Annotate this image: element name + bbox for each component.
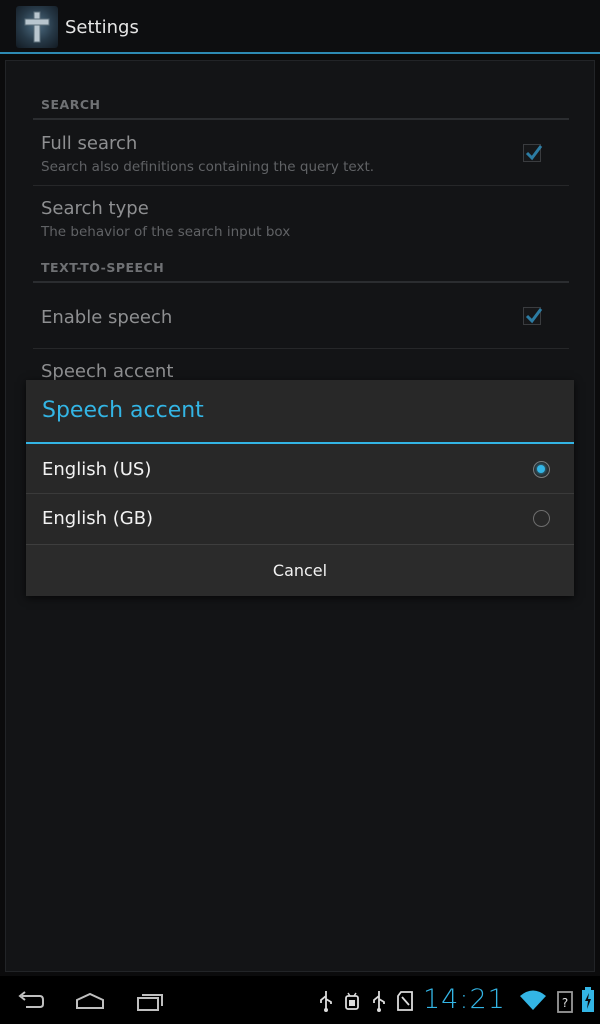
pref-divider [33,348,569,349]
system-bar: 14:21 ? [0,976,600,1024]
pref-full-search-title: Full search [41,133,138,154]
pref-speech-accent-title: Speech accent [41,361,174,382]
battery-unknown-icon: ? [557,991,573,1013]
usb-icon [373,991,385,1012]
pref-search-type-title: Search type [41,198,149,219]
android-debug-icon [345,992,359,1010]
checkmark-icon [525,308,543,324]
home-icon[interactable] [72,986,108,1014]
back-icon[interactable] [12,986,48,1014]
wifi-icon [520,990,546,1010]
dialog-title-divider [26,442,574,444]
full-search-checkbox[interactable] [523,144,543,162]
dialog-title: Speech accent [42,398,204,423]
radio-selected-dot [537,465,545,473]
category-tts: TEXT-TO-SPEECH [41,260,165,275]
cancel-button[interactable]: Cancel [26,544,574,596]
usb-icon [320,991,332,1012]
category-search: SEARCH [41,97,101,112]
checkmark-icon [525,145,543,161]
action-bar: Settings [0,0,600,54]
pref-divider [33,185,569,186]
category-divider [33,281,569,283]
radio-english-us[interactable] [533,461,550,478]
option-label: English (GB) [42,508,154,529]
enable-speech-checkbox[interactable] [523,307,543,325]
cancel-label: Cancel [272,561,328,580]
category-divider [33,118,569,120]
option-label: English (US) [42,459,152,480]
speech-accent-dialog: Speech accent English (US) English (GB) … [26,380,574,596]
sd-card-icon [397,991,413,1011]
clock[interactable]: 14:21 [423,984,506,1015]
svg-text:?: ? [562,996,568,1010]
screen: Settings SEARCH Full search Search also … [0,0,600,1024]
battery-charging-icon [582,987,594,1012]
pref-full-search-summary: Search also definitions containing the q… [41,159,375,175]
page-title: Settings [65,17,139,38]
recent-apps-icon[interactable] [132,986,168,1014]
option-english-gb[interactable]: English (GB) [26,494,574,543]
radio-english-gb[interactable] [533,510,550,527]
pref-search-type-summary: The behavior of the search input box [41,224,291,240]
cross-icon[interactable] [16,6,58,48]
option-english-us[interactable]: English (US) [26,445,574,494]
pref-enable-speech-title: Enable speech [41,307,173,328]
